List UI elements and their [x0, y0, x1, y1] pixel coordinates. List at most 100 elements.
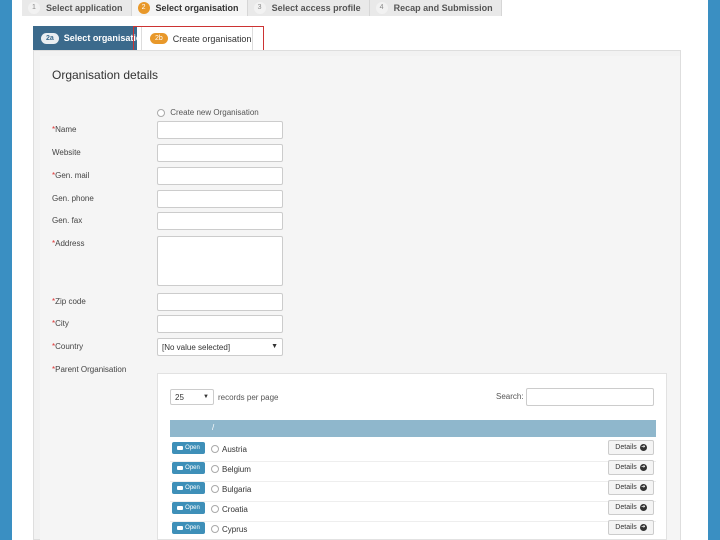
table-row: Open Bulgaria Details ➜: [170, 480, 656, 502]
step-label: Recap and Submission: [393, 3, 493, 13]
row-radio[interactable]: [211, 465, 219, 473]
arrow-right-circle-icon: ➜: [639, 464, 647, 471]
details-button[interactable]: Details ➜: [608, 520, 654, 535]
label-text: City: [55, 319, 69, 328]
step-number: 3: [253, 2, 266, 14]
address-textarea[interactable]: [157, 236, 283, 286]
caret-down-icon: ▼: [271, 343, 278, 350]
country-name: Austria: [222, 445, 247, 454]
label-email: *Gen. mail: [52, 171, 89, 180]
wizard-step-recap-submission[interactable]: 4 Recap and Submission: [369, 0, 502, 16]
details-button[interactable]: Details ➜: [608, 500, 654, 515]
header-col[interactable]: /: [212, 423, 214, 432]
city-input[interactable]: [157, 315, 283, 333]
email-input[interactable]: [157, 167, 283, 185]
zip-input[interactable]: [157, 293, 283, 311]
country-value: [No value selected]: [162, 343, 231, 352]
country-name: Belgium: [222, 465, 251, 474]
create-new-org-option[interactable]: Create new Organisation: [157, 108, 259, 117]
row-radio[interactable]: [211, 505, 219, 513]
label-text: Gen. phone: [52, 194, 94, 203]
label-text: Parent Organisation: [55, 365, 127, 374]
folder-icon: [177, 486, 184, 490]
label-city: *City: [52, 319, 69, 328]
page-length-select[interactable]: 25 ▼: [170, 389, 214, 405]
details-label: Details: [615, 524, 637, 531]
row-radio[interactable]: [211, 485, 219, 493]
label-parent-org: *Parent Organisation: [52, 365, 126, 374]
country-select[interactable]: [No value selected] ▼: [157, 338, 283, 356]
search-label: Search:: [496, 392, 524, 401]
step-label: Select access profile: [271, 3, 361, 13]
label-website: Website: [52, 148, 81, 157]
table-row: Open Croatia Details ➜: [170, 500, 656, 522]
table-row: Open Cyprus Details ➜: [170, 520, 656, 540]
phone-input[interactable]: [157, 190, 283, 208]
details-label: Details: [615, 444, 637, 451]
open-label: Open: [185, 525, 200, 531]
label-country: *Country: [52, 342, 83, 351]
wizard-step-select-organisation[interactable]: 2 Select organisation: [131, 0, 248, 16]
details-button[interactable]: Details ➜: [608, 460, 654, 475]
label-text: Gen. mail: [55, 171, 90, 180]
wizard-steps: 1 Select application 2 Select organisati…: [22, 0, 502, 16]
open-button[interactable]: Open: [172, 482, 205, 494]
website-input[interactable]: [157, 144, 283, 162]
label-fax: Gen. fax: [52, 216, 82, 225]
create-new-org-label: Create new Organisation: [170, 108, 259, 117]
row-radio[interactable]: [211, 445, 219, 453]
fax-input[interactable]: [157, 212, 283, 230]
details-label: Details: [615, 504, 637, 511]
table-row: Open Austria Details ➜: [170, 440, 656, 462]
step-label: Select application: [46, 3, 123, 13]
step-label: Select organisation: [155, 3, 239, 13]
country-name: Bulgaria: [222, 485, 252, 494]
open-label: Open: [185, 505, 200, 511]
tab-badge: 2a: [41, 32, 59, 44]
label-text: Zip code: [55, 297, 86, 306]
card-title: Organisation details: [52, 68, 159, 82]
table-header: /: [170, 420, 656, 437]
label-name: *Name: [52, 125, 76, 134]
name-input[interactable]: [157, 121, 283, 139]
page-length-control: 25 ▼ records per page: [170, 389, 278, 405]
open-label: Open: [185, 465, 200, 471]
arrow-right-circle-icon: ➜: [639, 444, 647, 451]
label-address: *Address: [52, 239, 84, 248]
label-text: Name: [55, 125, 77, 134]
step-number: 1: [28, 2, 40, 14]
label-phone: Gen. phone: [52, 194, 94, 203]
open-label: Open: [185, 445, 200, 451]
arrow-right-circle-icon: ➜: [639, 524, 647, 531]
label-zip: *Zip code: [52, 297, 86, 306]
search-input[interactable]: [526, 388, 654, 406]
folder-icon: [177, 506, 184, 510]
label-text: Website: [52, 148, 81, 157]
folder-icon: [177, 466, 184, 470]
radio-icon[interactable]: [157, 108, 165, 117]
row-radio[interactable]: [211, 525, 219, 533]
country-name: Croatia: [222, 505, 248, 514]
open-button[interactable]: Open: [172, 522, 205, 534]
open-label: Open: [185, 485, 200, 491]
label-text: Gen. fax: [52, 216, 83, 225]
country-name: Cyprus: [222, 525, 248, 534]
label-text: Address: [55, 239, 85, 248]
details-label: Details: [615, 464, 637, 471]
arrow-right-circle-icon: ➜: [639, 484, 647, 491]
folder-icon: [177, 526, 184, 530]
folder-icon: [177, 446, 184, 450]
wizard-step-select-access-profile[interactable]: 3 Select access profile: [247, 0, 370, 16]
open-button[interactable]: Open: [172, 502, 205, 514]
open-button[interactable]: Open: [172, 442, 205, 454]
label-text: Country: [55, 342, 84, 351]
tab-select-organisation[interactable]: 2a Select organisation: [33, 26, 147, 50]
records-label: records per page: [218, 392, 279, 402]
arrow-right-circle-icon: ➜: [639, 504, 647, 511]
details-button[interactable]: Details ➜: [608, 480, 654, 495]
page-length-value: 25: [175, 392, 184, 402]
wizard-step-select-application[interactable]: 1 Select application: [22, 0, 132, 16]
details-button[interactable]: Details ➜: [608, 440, 654, 455]
caret-down-icon: ▼: [203, 394, 209, 400]
open-button[interactable]: Open: [172, 462, 205, 474]
